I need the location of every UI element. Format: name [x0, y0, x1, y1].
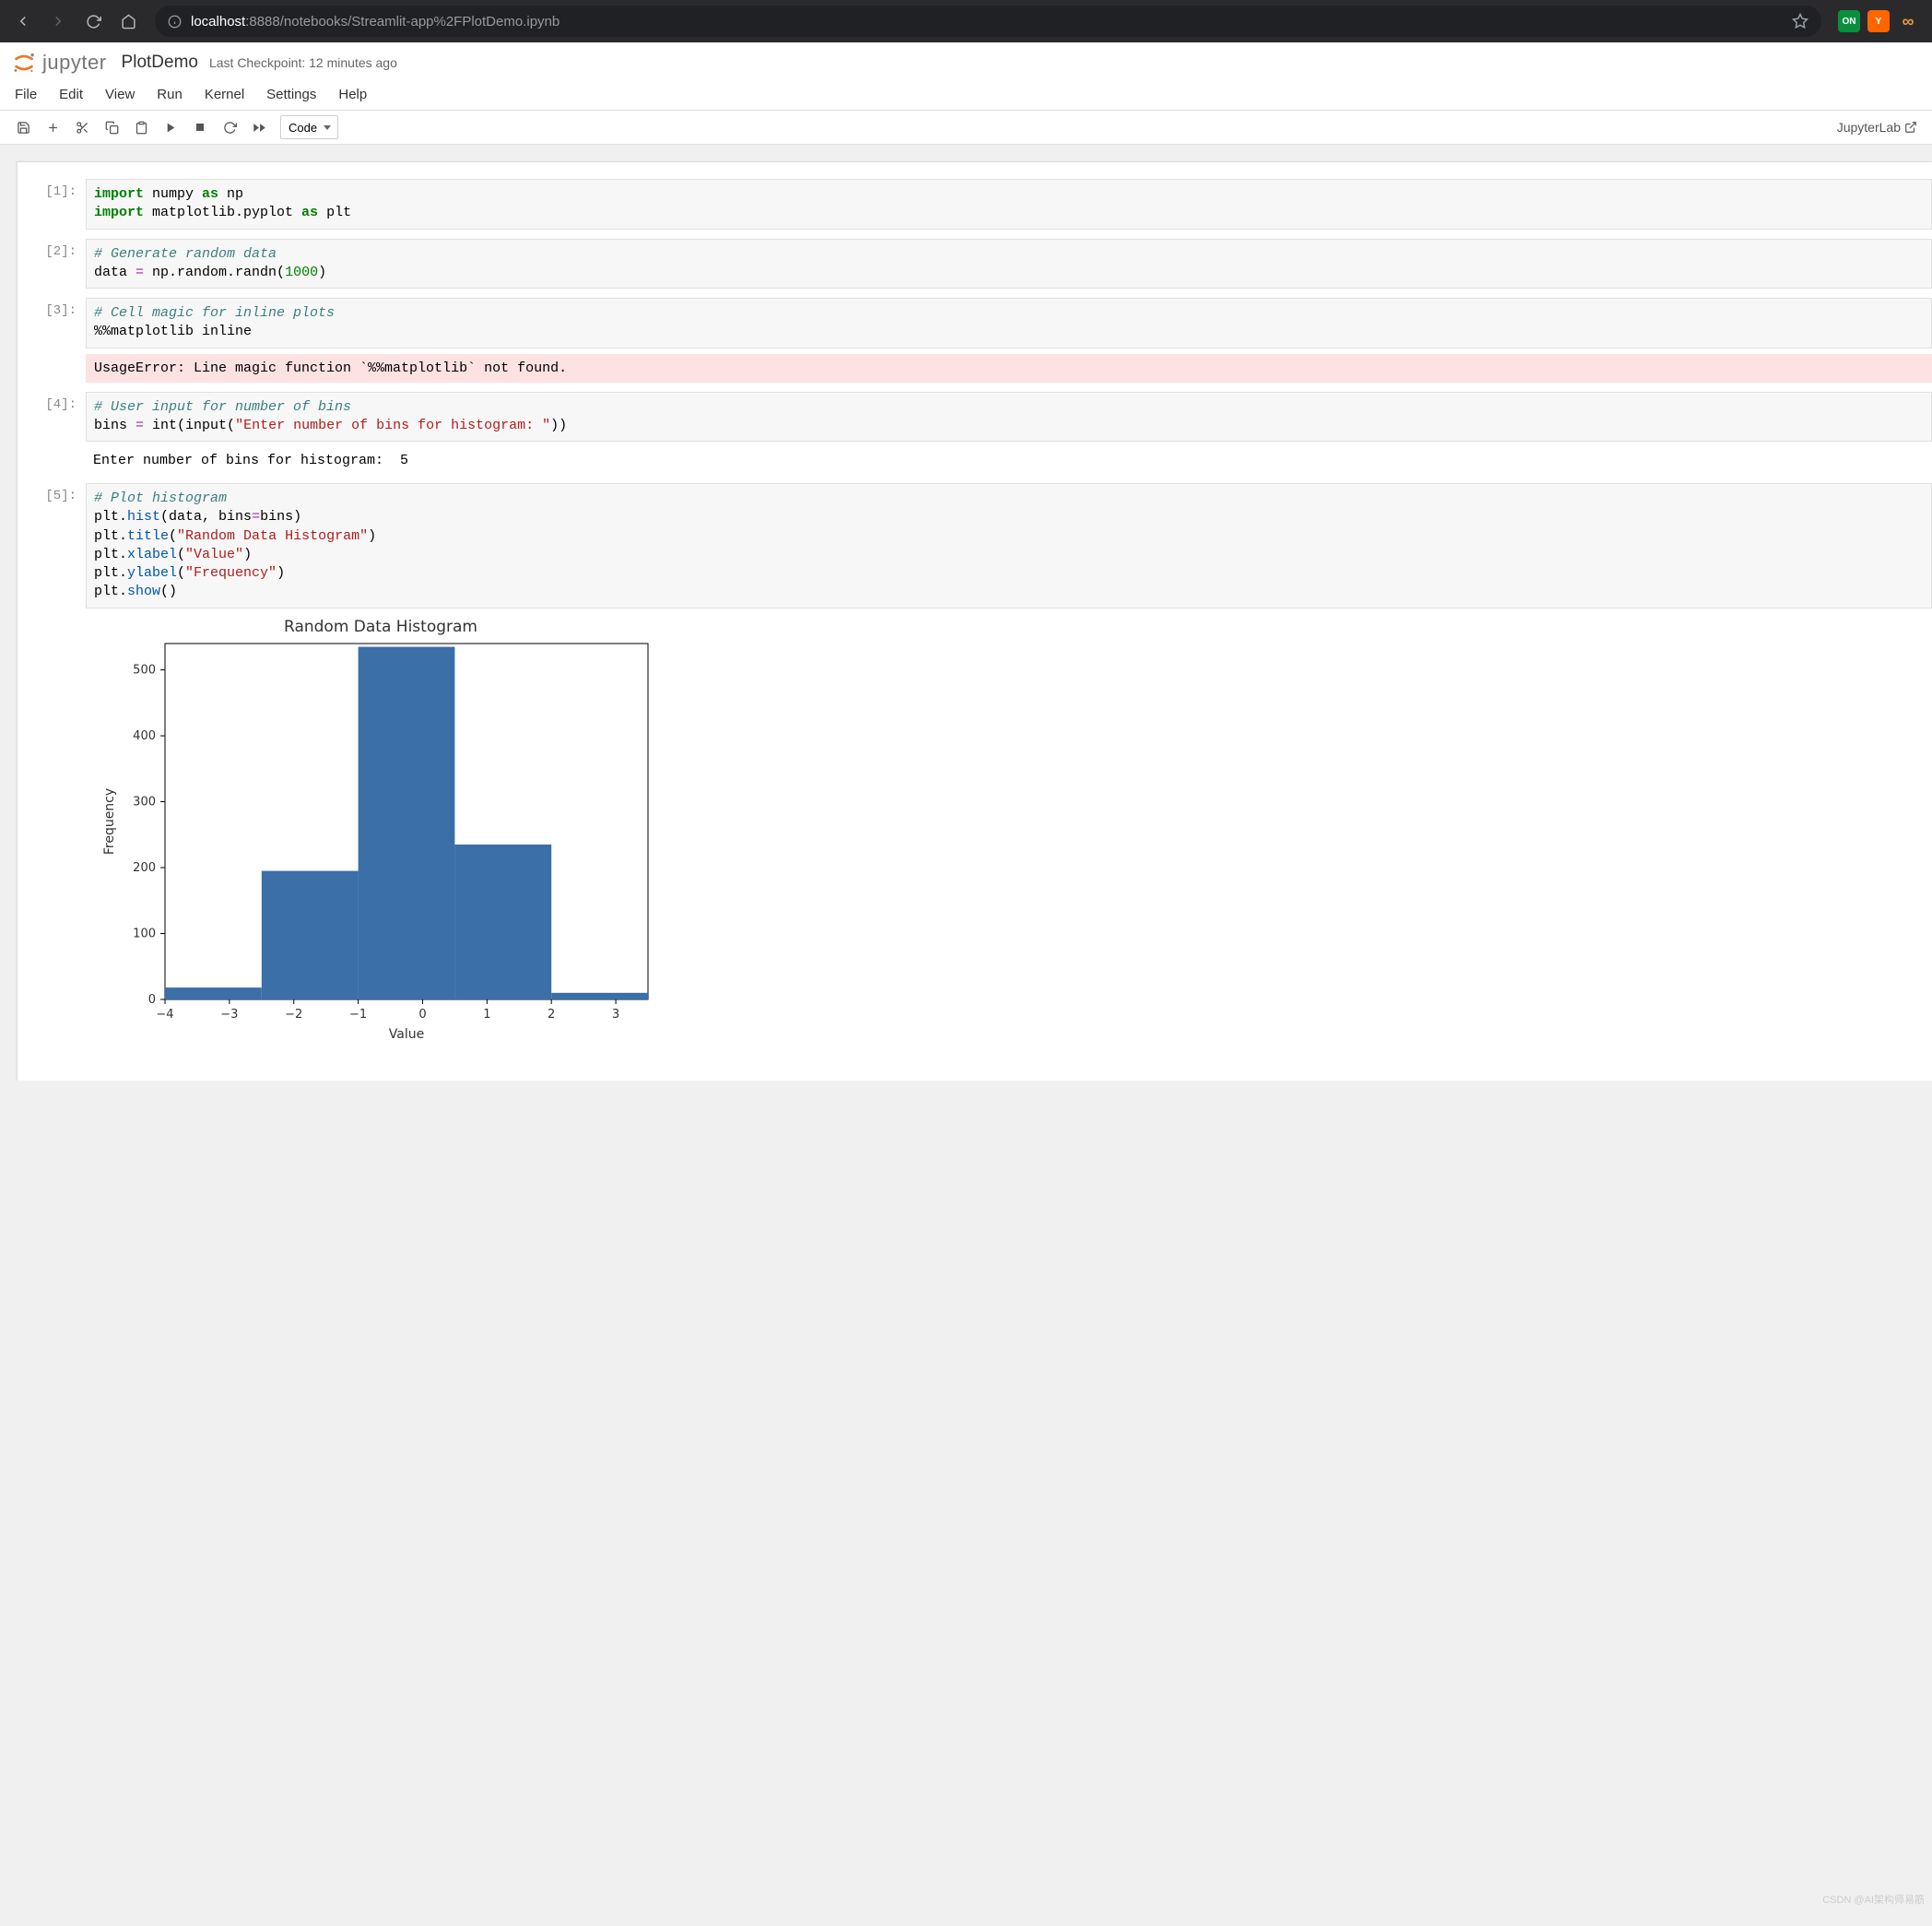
checkpoint-text: Last Checkpoint: 12 minutes ago: [209, 55, 397, 70]
url-bar[interactable]: localhost:8888/notebooks/Streamlit-app%2…: [155, 6, 1821, 37]
code-input[interactable]: # User input for number of bins bins = i…: [86, 392, 1932, 443]
cell-prompt: [4]:: [18, 392, 86, 475]
info-icon: [168, 15, 182, 29]
cell-type-select[interactable]: Code: [280, 115, 338, 139]
code-input[interactable]: # Plot histogram plt.hist(data, bins=bin…: [86, 483, 1932, 609]
external-link-icon: [1904, 121, 1917, 134]
cell-3[interactable]: [3]: # Cell magic for inline plots %%mat…: [18, 298, 1932, 383]
svg-text:−1: −1: [349, 1008, 367, 1022]
chart-output: Random Data Histogram 0 100 200 300 400 500 −4…: [86, 609, 1932, 1044]
svg-text:0: 0: [418, 1008, 426, 1022]
copy-button[interactable]: [98, 114, 125, 140]
reload-button[interactable]: [77, 6, 109, 37]
cell-4[interactable]: [4]: # User input for number of bins bin…: [18, 392, 1932, 475]
cell-1[interactable]: [1]: import numpy as np import matplotli…: [18, 179, 1932, 230]
back-button[interactable]: [7, 6, 39, 37]
jupyter-logo[interactable]: jupyter: [11, 50, 107, 76]
run-button[interactable]: [157, 114, 184, 140]
cell-stream-output: Enter number of bins for histogram: 5: [86, 447, 1932, 474]
jupyterlab-link[interactable]: JupyterLab: [1837, 120, 1923, 135]
notebook-title[interactable]: PlotDemo: [122, 53, 198, 73]
extension-on[interactable]: ON: [1838, 10, 1860, 32]
menu-help[interactable]: Help: [338, 87, 367, 102]
svg-text:−4: −4: [156, 1008, 173, 1022]
star-icon[interactable]: [1792, 13, 1808, 30]
cell-prompt: [3]:: [18, 298, 86, 383]
code-input[interactable]: # Cell magic for inline plots %%matplotl…: [86, 298, 1932, 349]
extension-y[interactable]: Y: [1867, 10, 1890, 32]
cell-prompt: [5]:: [18, 483, 86, 1044]
cut-button[interactable]: [68, 114, 96, 140]
menu-kernel[interactable]: Kernel: [205, 87, 244, 102]
chart-title: Random Data Histogram: [132, 618, 630, 636]
svg-text:2: 2: [548, 1008, 555, 1022]
svg-text:0: 0: [148, 993, 156, 1007]
toolbar: Code JupyterLab: [0, 110, 1932, 145]
stop-button[interactable]: [186, 114, 214, 140]
menu-edit[interactable]: Edit: [59, 87, 83, 102]
svg-text:300: 300: [133, 795, 156, 809]
svg-text:−2: −2: [285, 1008, 302, 1022]
svg-text:−3: −3: [220, 1008, 238, 1022]
home-button[interactable]: [112, 6, 144, 37]
histogram-chart: 0 100 200 300 400 500 −4 −3 −2 −1 0 1 2 3 Value Frequen…: [95, 638, 666, 1044]
notebook-paper: [1]: import numpy as np import matplotli…: [17, 161, 1932, 1081]
save-button[interactable]: [9, 114, 37, 140]
notebook-area: [1]: import numpy as np import matplotli…: [0, 145, 1932, 1926]
browser-chrome: localhost:8888/notebooks/Streamlit-app%2…: [0, 0, 1932, 42]
menu-bar: File Edit View Run Kernel Settings Help: [0, 79, 1932, 110]
extension-loop-icon[interactable]: ∞: [1897, 10, 1919, 32]
url-text: localhost:8888/notebooks/Streamlit-app%2…: [191, 14, 1783, 30]
svg-text:1: 1: [483, 1008, 490, 1022]
cell-2[interactable]: [2]: # Generate random data data = np.ra…: [18, 239, 1932, 289]
menu-run[interactable]: Run: [157, 87, 183, 102]
svg-text:100: 100: [133, 927, 156, 940]
svg-text:Value: Value: [389, 1027, 424, 1042]
jupyter-logo-text: jupyter: [42, 51, 107, 75]
jupyter-header: jupyter PlotDemo Last Checkpoint: 12 min…: [0, 42, 1932, 79]
menu-view[interactable]: View: [105, 87, 135, 102]
menu-file[interactable]: File: [15, 87, 37, 102]
cell-prompt: [2]:: [18, 239, 86, 289]
fast-forward-button[interactable]: [245, 114, 273, 140]
menu-settings[interactable]: Settings: [266, 87, 316, 102]
cell-error-output: UsageError: Line magic function `%%matpl…: [86, 354, 1932, 383]
jupyter-logo-icon: [11, 50, 37, 76]
paste-button[interactable]: [127, 114, 155, 140]
restart-button[interactable]: [216, 114, 243, 140]
code-input[interactable]: import numpy as np import matplotlib.pyp…: [86, 179, 1932, 230]
svg-text:3: 3: [612, 1008, 619, 1022]
cell-5[interactable]: [5]: # Plot histogram plt.hist(data, bin…: [18, 483, 1932, 1044]
svg-text:500: 500: [133, 663, 156, 677]
watermark: CSDN @AI架构师易筋: [1822, 1892, 1925, 1907]
extensions: ON Y ∞: [1832, 10, 1925, 32]
svg-text:Frequency: Frequency: [102, 787, 117, 854]
add-cell-button[interactable]: [39, 114, 66, 140]
svg-text:400: 400: [133, 729, 156, 743]
code-input[interactable]: # Generate random data data = np.random.…: [86, 239, 1932, 289]
forward-button[interactable]: [42, 6, 74, 37]
cell-prompt: [1]:: [18, 179, 86, 230]
svg-text:200: 200: [133, 861, 156, 875]
